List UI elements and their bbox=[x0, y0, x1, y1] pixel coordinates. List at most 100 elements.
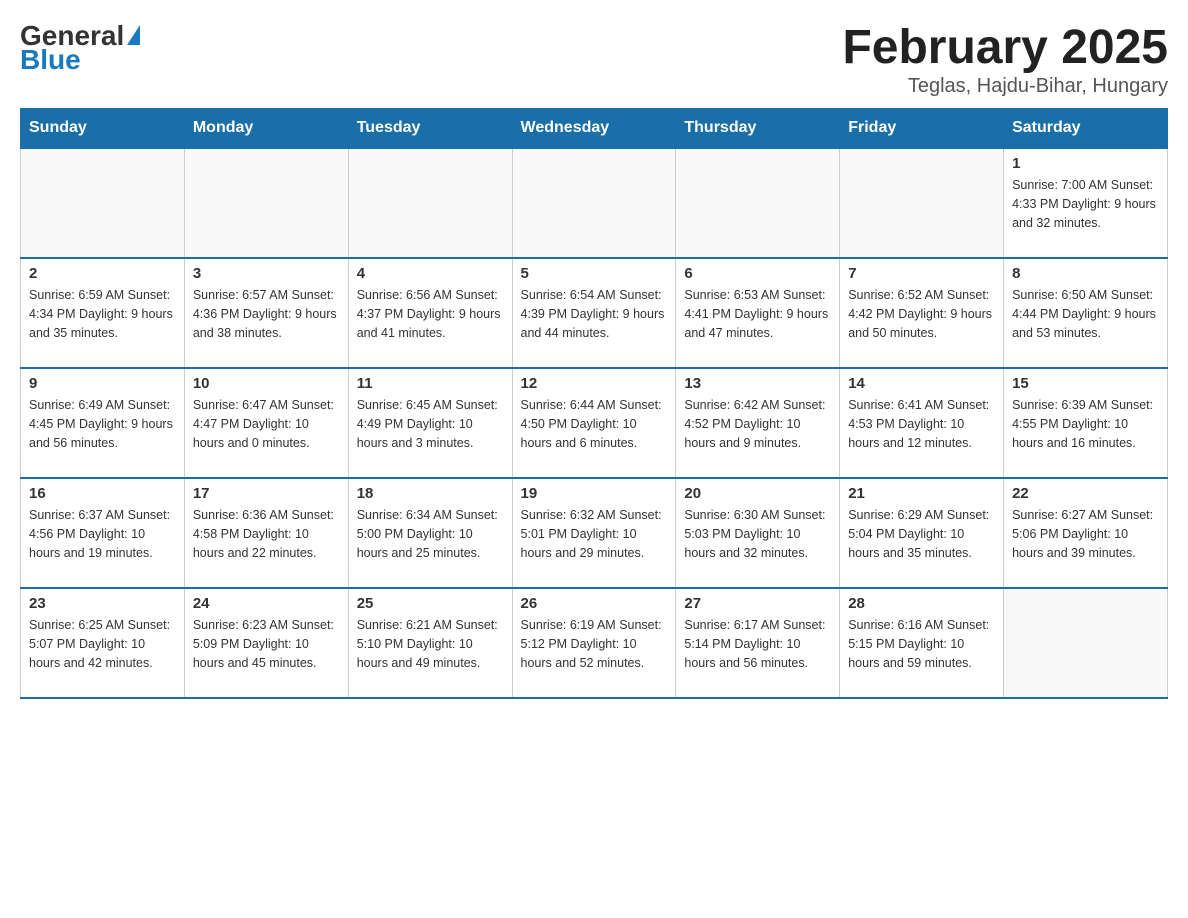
day-info: Sunrise: 6:32 AM Sunset: 5:01 PM Dayligh… bbox=[521, 506, 668, 562]
day-info: Sunrise: 6:23 AM Sunset: 5:09 PM Dayligh… bbox=[193, 616, 340, 672]
day-number: 24 bbox=[193, 595, 340, 612]
table-row: 13 Sunrise: 6:42 AM Sunset: 4:52 PM Dayli… bbox=[676, 368, 840, 478]
day-info: Sunrise: 6:30 AM Sunset: 5:03 PM Dayligh… bbox=[684, 506, 831, 562]
table-row: 22 Sunrise: 6:27 AM Sunset: 5:06 PM Dayli… bbox=[1004, 478, 1168, 588]
table-row bbox=[348, 148, 512, 258]
table-row bbox=[676, 148, 840, 258]
day-number: 9 bbox=[29, 375, 176, 392]
day-number: 20 bbox=[684, 485, 831, 502]
table-row: 8 Sunrise: 6:50 AM Sunset: 4:44 PM Daylig… bbox=[1004, 258, 1168, 368]
day-info: Sunrise: 6:59 AM Sunset: 4:34 PM Dayligh… bbox=[29, 286, 176, 342]
day-number: 22 bbox=[1012, 485, 1159, 502]
day-info: Sunrise: 6:54 AM Sunset: 4:39 PM Dayligh… bbox=[521, 286, 668, 342]
table-row: 12 Sunrise: 6:44 AM Sunset: 4:50 PM Dayli… bbox=[512, 368, 676, 478]
table-row: 23 Sunrise: 6:25 AM Sunset: 5:07 PM Dayli… bbox=[21, 588, 185, 698]
logo-blue-text: Blue bbox=[20, 44, 81, 76]
day-number: 4 bbox=[357, 265, 504, 282]
day-info: Sunrise: 6:16 AM Sunset: 5:15 PM Dayligh… bbox=[848, 616, 995, 672]
day-info: Sunrise: 6:36 AM Sunset: 4:58 PM Dayligh… bbox=[193, 506, 340, 562]
table-row: 6 Sunrise: 6:53 AM Sunset: 4:41 PM Daylig… bbox=[676, 258, 840, 368]
day-info: Sunrise: 6:17 AM Sunset: 5:14 PM Dayligh… bbox=[684, 616, 831, 672]
title-section: February 2025 Teglas, Hajdu-Bihar, Hunga… bbox=[842, 20, 1168, 98]
day-info: Sunrise: 6:42 AM Sunset: 4:52 PM Dayligh… bbox=[684, 396, 831, 452]
day-info: Sunrise: 6:45 AM Sunset: 4:49 PM Dayligh… bbox=[357, 396, 504, 452]
day-number: 19 bbox=[521, 485, 668, 502]
day-number: 6 bbox=[684, 265, 831, 282]
table-row: 25 Sunrise: 6:21 AM Sunset: 5:10 PM Dayli… bbox=[348, 588, 512, 698]
day-number: 16 bbox=[29, 485, 176, 502]
day-info: Sunrise: 6:57 AM Sunset: 4:36 PM Dayligh… bbox=[193, 286, 340, 342]
calendar-table: Sunday Monday Tuesday Wednesday Thursday… bbox=[20, 108, 1168, 699]
day-number: 8 bbox=[1012, 265, 1159, 282]
day-number: 25 bbox=[357, 595, 504, 612]
table-row: 24 Sunrise: 6:23 AM Sunset: 5:09 PM Dayli… bbox=[184, 588, 348, 698]
day-number: 18 bbox=[357, 485, 504, 502]
day-info: Sunrise: 6:44 AM Sunset: 4:50 PM Dayligh… bbox=[521, 396, 668, 452]
day-info: Sunrise: 6:53 AM Sunset: 4:41 PM Dayligh… bbox=[684, 286, 831, 342]
day-number: 12 bbox=[521, 375, 668, 392]
day-info: Sunrise: 6:25 AM Sunset: 5:07 PM Dayligh… bbox=[29, 616, 176, 672]
table-row: 20 Sunrise: 6:30 AM Sunset: 5:03 PM Dayli… bbox=[676, 478, 840, 588]
table-row: 3 Sunrise: 6:57 AM Sunset: 4:36 PM Daylig… bbox=[184, 258, 348, 368]
day-info: Sunrise: 6:19 AM Sunset: 5:12 PM Dayligh… bbox=[521, 616, 668, 672]
header-friday: Friday bbox=[840, 109, 1004, 149]
table-row: 18 Sunrise: 6:34 AM Sunset: 5:00 PM Dayli… bbox=[348, 478, 512, 588]
table-row: 17 Sunrise: 6:36 AM Sunset: 4:58 PM Dayli… bbox=[184, 478, 348, 588]
logo: General Blue bbox=[20, 20, 140, 76]
table-row bbox=[1004, 588, 1168, 698]
day-info: Sunrise: 6:27 AM Sunset: 5:06 PM Dayligh… bbox=[1012, 506, 1159, 562]
table-row bbox=[184, 148, 348, 258]
header-sunday: Sunday bbox=[21, 109, 185, 149]
table-row bbox=[512, 148, 676, 258]
table-row: 19 Sunrise: 6:32 AM Sunset: 5:01 PM Dayli… bbox=[512, 478, 676, 588]
header-thursday: Thursday bbox=[676, 109, 840, 149]
table-row: 11 Sunrise: 6:45 AM Sunset: 4:49 PM Dayli… bbox=[348, 368, 512, 478]
day-info: Sunrise: 6:56 AM Sunset: 4:37 PM Dayligh… bbox=[357, 286, 504, 342]
page-header: General Blue February 2025 Teglas, Hajdu… bbox=[20, 20, 1168, 98]
table-row: 2Sunrise: 6:59 AM Sunset: 4:34 PM Daylig… bbox=[21, 258, 185, 368]
day-info: Sunrise: 6:37 AM Sunset: 4:56 PM Dayligh… bbox=[29, 506, 176, 562]
calendar-week-row: 1Sunrise: 7:00 AM Sunset: 4:33 PM Daylig… bbox=[21, 148, 1168, 258]
day-info: Sunrise: 6:49 AM Sunset: 4:45 PM Dayligh… bbox=[29, 396, 176, 452]
location: Teglas, Hajdu-Bihar, Hungary bbox=[842, 75, 1168, 98]
day-info: Sunrise: 6:29 AM Sunset: 5:04 PM Dayligh… bbox=[848, 506, 995, 562]
day-info: Sunrise: 6:34 AM Sunset: 5:00 PM Dayligh… bbox=[357, 506, 504, 562]
day-number: 13 bbox=[684, 375, 831, 392]
header-wednesday: Wednesday bbox=[512, 109, 676, 149]
day-info: Sunrise: 7:00 AM Sunset: 4:33 PM Dayligh… bbox=[1012, 176, 1159, 232]
day-number: 10 bbox=[193, 375, 340, 392]
table-row: 27Sunrise: 6:17 AM Sunset: 5:14 PM Dayli… bbox=[676, 588, 840, 698]
table-row: 7 Sunrise: 6:52 AM Sunset: 4:42 PM Daylig… bbox=[840, 258, 1004, 368]
day-number: 26 bbox=[521, 595, 668, 612]
table-row: 26 Sunrise: 6:19 AM Sunset: 5:12 PM Dayli… bbox=[512, 588, 676, 698]
header-tuesday: Tuesday bbox=[348, 109, 512, 149]
day-info: Sunrise: 6:52 AM Sunset: 4:42 PM Dayligh… bbox=[848, 286, 995, 342]
table-row: 16 Sunrise: 6:37 AM Sunset: 4:56 PM Dayli… bbox=[21, 478, 185, 588]
table-row: 15 Sunrise: 6:39 AM Sunset: 4:55 PM Dayli… bbox=[1004, 368, 1168, 478]
table-row: 28 Sunrise: 6:16 AM Sunset: 5:15 PM Dayli… bbox=[840, 588, 1004, 698]
table-row bbox=[21, 148, 185, 258]
day-number: 23 bbox=[29, 595, 176, 612]
calendar-week-row: 2Sunrise: 6:59 AM Sunset: 4:34 PM Daylig… bbox=[21, 258, 1168, 368]
calendar-week-row: 16 Sunrise: 6:37 AM Sunset: 4:56 PM Dayli… bbox=[21, 478, 1168, 588]
month-title: February 2025 bbox=[842, 20, 1168, 75]
day-number: 7 bbox=[848, 265, 995, 282]
day-info: Sunrise: 6:39 AM Sunset: 4:55 PM Dayligh… bbox=[1012, 396, 1159, 452]
logo-triangle-icon bbox=[127, 25, 140, 45]
table-row: 21 Sunrise: 6:29 AM Sunset: 5:04 PM Dayli… bbox=[840, 478, 1004, 588]
day-number: 3 bbox=[193, 265, 340, 282]
day-number: 11 bbox=[357, 375, 504, 392]
table-row bbox=[840, 148, 1004, 258]
table-row: 14Sunrise: 6:41 AM Sunset: 4:53 PM Dayli… bbox=[840, 368, 1004, 478]
day-info: Sunrise: 6:21 AM Sunset: 5:10 PM Dayligh… bbox=[357, 616, 504, 672]
table-row: 9 Sunrise: 6:49 AM Sunset: 4:45 PM Daylig… bbox=[21, 368, 185, 478]
day-number: 28 bbox=[848, 595, 995, 612]
day-info: Sunrise: 6:41 AM Sunset: 4:53 PM Dayligh… bbox=[848, 396, 995, 452]
day-info: Sunrise: 6:50 AM Sunset: 4:44 PM Dayligh… bbox=[1012, 286, 1159, 342]
day-number: 5 bbox=[521, 265, 668, 282]
day-number: 17 bbox=[193, 485, 340, 502]
day-number: 15 bbox=[1012, 375, 1159, 392]
table-row: 5 Sunrise: 6:54 AM Sunset: 4:39 PM Daylig… bbox=[512, 258, 676, 368]
day-number: 21 bbox=[848, 485, 995, 502]
calendar-week-row: 9 Sunrise: 6:49 AM Sunset: 4:45 PM Daylig… bbox=[21, 368, 1168, 478]
